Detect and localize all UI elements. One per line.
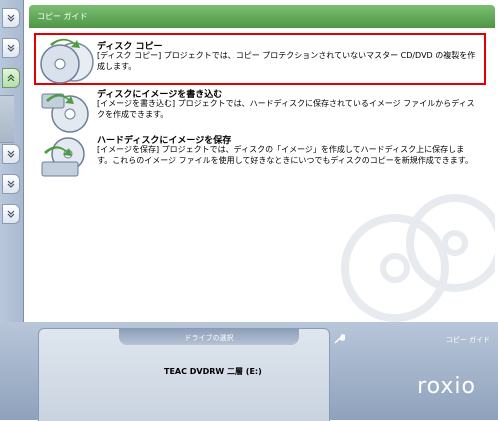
copy-guide-panel: コピー ガイド ディスク コピー [ディスク コピー] プロジェクトでは、コピー… (29, 5, 495, 323)
wrench-icon[interactable] (333, 333, 345, 345)
chevron-down-button-4[interactable] (2, 174, 20, 194)
chevron-down-icon (7, 44, 15, 52)
chevron-down-button-1[interactable] (2, 8, 20, 28)
chevron-up-button-active[interactable] (2, 68, 20, 88)
bottom-bar: ドライブの選択 TEAC DVDRW 二層 (E:) コピー ガイド roxio (0, 322, 498, 421)
chevron-down-button-3[interactable] (2, 144, 20, 164)
chevron-down-icon (7, 150, 15, 158)
chevron-down-icon (7, 14, 15, 22)
drive-select-tab: ドライブの選択 (119, 329, 299, 345)
chevron-down-icon (7, 210, 15, 218)
roxio-logo: roxio (417, 374, 476, 399)
copy-guide-label: コピー ガイド (445, 336, 490, 344)
option-burn-image[interactable]: ディスクにイメージを書き込む [イメージを書き込む] プロジェクトでは、ハードデ… (36, 85, 484, 133)
option-description: [イメージを保存] プロジェクトでは、ディスクの「イメージ」を作成してハードディ… (97, 145, 473, 165)
burn-image-icon (41, 93, 89, 133)
sidebar-slot (0, 95, 14, 143)
panel-header-title: コピー ガイド (37, 12, 88, 21)
chevron-down-button-2[interactable] (2, 38, 20, 58)
option-description: [イメージを書き込む] プロジェクトでは、ハードディスクに保存されているイメージ… (97, 99, 475, 119)
chevron-down-button-5[interactable] (2, 204, 20, 224)
option-save-image[interactable]: ハードディスクにイメージを保存 [イメージを保存] プロジェクトでは、ディスクの… (36, 131, 484, 185)
chevron-down-icon (7, 180, 15, 188)
panel-header: コピー ガイド (29, 5, 495, 28)
chevron-up-icon (7, 74, 15, 82)
drive-select-panel: ドライブの選択 TEAC DVDRW 二層 (E:) (38, 328, 330, 421)
option-description: [ディスク コピー] プロジェクトでは、コピー プロテクションされていないマスタ… (97, 51, 476, 71)
option-disc-copy[interactable]: ディスク コピー [ディスク コピー] プロジェクトでは、コピー プロテクション… (34, 33, 486, 85)
disc-watermark-icon (341, 194, 495, 322)
drive-select-label: ドライブの選択 (184, 334, 234, 342)
drive-selector[interactable]: TEAC DVDRW 二層 (E:) (164, 366, 262, 377)
left-sidebar (0, 0, 24, 322)
disc-copy-icon (40, 38, 94, 84)
save-image-icon (41, 137, 85, 177)
